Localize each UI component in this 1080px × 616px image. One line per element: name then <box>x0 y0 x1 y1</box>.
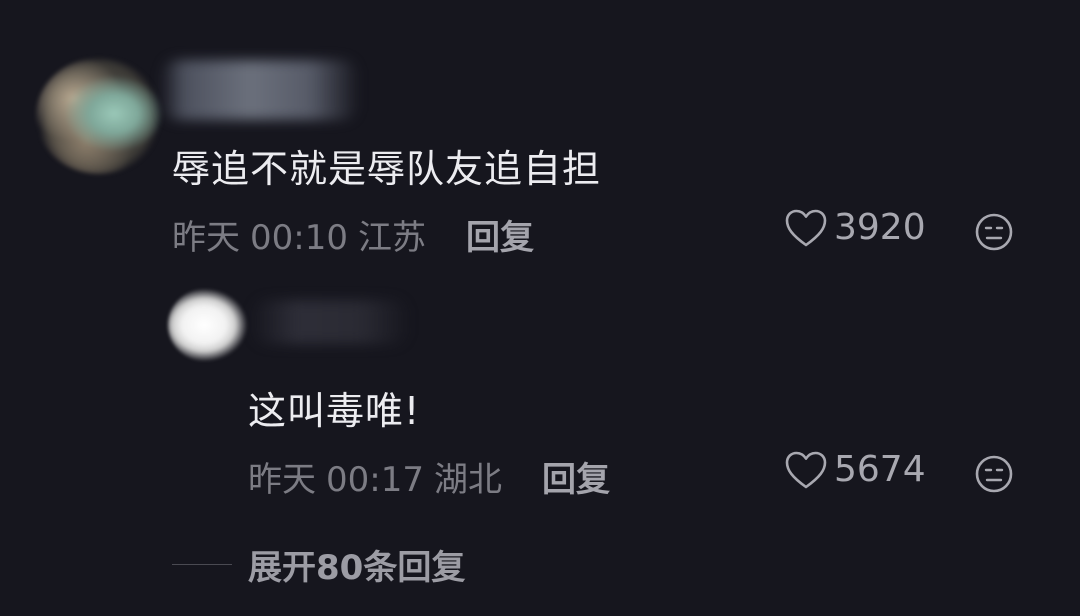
username-blurred[interactable] <box>250 300 410 344</box>
heart-outline-icon <box>785 451 827 488</box>
neutral-face-icon[interactable] <box>974 212 1014 252</box>
comment-text: 辱追不就是辱队友追自担 <box>172 147 602 191</box>
reply-text: 这叫毒唯! <box>248 389 421 433</box>
expand-replies-button[interactable]: 展开80条回复 <box>172 540 465 589</box>
reply-date: 昨天 <box>248 460 316 500</box>
reply-location: 湖北 <box>433 460 502 500</box>
comment-location: 江苏 <box>357 218 426 258</box>
comment-date: 昨天 <box>172 218 240 258</box>
avatar[interactable] <box>168 288 248 362</box>
reply-button[interactable]: 回复 <box>542 452 610 501</box>
username-blurred[interactable] <box>160 60 360 120</box>
heart-outline-icon <box>785 209 827 246</box>
expand-replies-label: 展开80条回复 <box>248 548 466 588</box>
like-count: 5674 <box>834 449 926 490</box>
comment-meta: 昨天 00:10 江苏 <box>172 210 436 259</box>
reply-time: 00:17 <box>326 460 424 500</box>
reply-meta: 昨天 00:17 湖北 <box>248 452 512 501</box>
neutral-face-icon[interactable] <box>974 454 1014 494</box>
comment-time: 00:10 <box>250 218 348 258</box>
like-count: 3920 <box>834 207 926 248</box>
expand-divider <box>172 564 232 565</box>
like-button[interactable]: 3920 <box>784 207 926 248</box>
like-button[interactable]: 5674 <box>784 449 926 490</box>
reply-button[interactable]: 回复 <box>466 210 534 259</box>
avatar[interactable] <box>36 58 162 174</box>
